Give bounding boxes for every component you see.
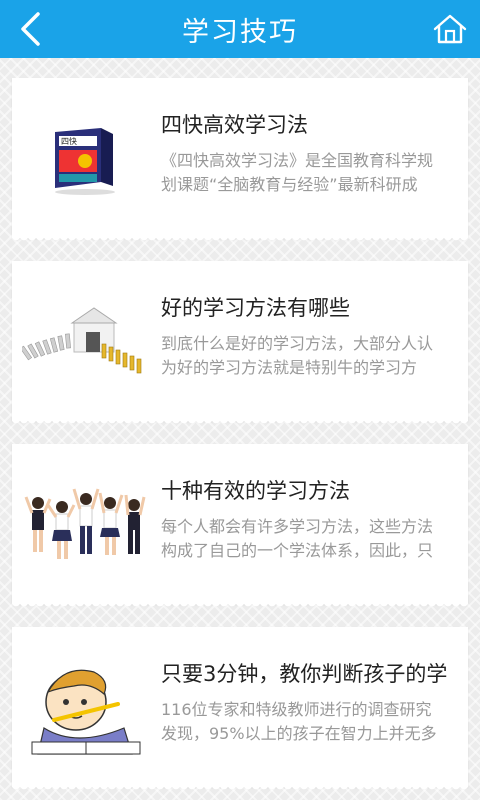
page-title: 学习技巧: [182, 16, 298, 48]
book-box-image: 四快: [55, 128, 115, 195]
article-title: 只要3分钟，教你判断孩子的学: [161, 662, 448, 686]
home-icon: [433, 14, 467, 44]
article-summary: 到底什么是好的学习方法，大部分人认 为好的学习方法就是特别牛的学习方: [161, 334, 434, 377]
article-summary: 《四快高效学习法》是全国教育科学规 划课题“全脑教育与经验”最新科研成: [161, 151, 434, 194]
article-thumbnail: [22, 287, 150, 397]
home-button[interactable]: [428, 8, 472, 50]
article-list: 四快 四快高效学习法 《四快高效学习法》是全国教育科学规 划课题“全脑教育与经验…: [0, 58, 480, 800]
app-header: 学习技巧: [0, 0, 480, 58]
article-thumbnail: [22, 653, 150, 763]
article-card[interactable]: 好的学习方法有哪些 到底什么是好的学习方法，大部分人认 为好的学习方法就是特别牛…: [12, 261, 468, 427]
article-summary: 116位专家和特级教师进行的调查研究 发现，95%以上的孩子在智力上并无多: [161, 700, 437, 743]
cartoon-boy-studying-image: [31, 669, 141, 755]
domino-house-image: [22, 307, 142, 374]
article-thumbnail: [22, 470, 150, 580]
article-summary: 每个人都会有许多学习方法，这些方法 构成了自己的一个学法体系，因此，只: [161, 517, 434, 560]
article-title: 十种有效的学习方法: [161, 479, 350, 503]
article-title: 四快高效学习法: [161, 113, 308, 137]
article-card[interactable]: 十种有效的学习方法 每个人都会有许多学习方法，这些方法 构成了自己的一个学法体系…: [12, 444, 468, 610]
article-title: 好的学习方法有哪些: [161, 296, 350, 320]
svg-text:四快: 四快: [61, 136, 77, 146]
article-card[interactable]: 四快 四快高效学习法 《四快高效学习法》是全国教育科学规 划课题“全脑教育与经验…: [12, 78, 468, 244]
article-thumbnail: 四快: [22, 104, 150, 214]
article-card[interactable]: 只要3分钟，教你判断孩子的学 116位专家和特级教师进行的调查研究 发现，95%…: [12, 627, 468, 793]
children-jumping-image: [24, 488, 146, 559]
